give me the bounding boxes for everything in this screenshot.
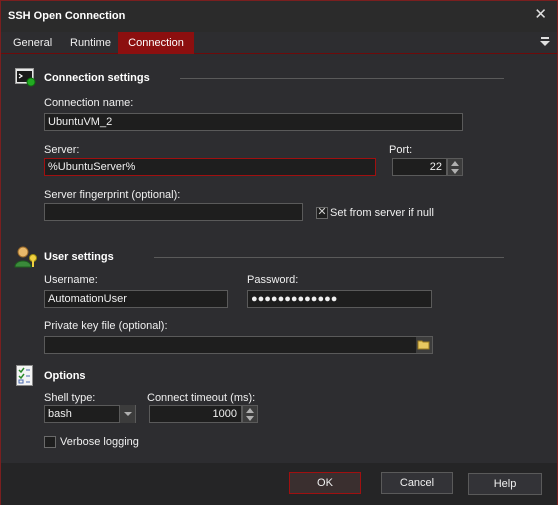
password-input[interactable]: ●●●●●●●●●●●●●: [247, 290, 432, 308]
fingerprint-input[interactable]: [44, 203, 303, 221]
verbose-logging-label: Verbose logging: [60, 436, 139, 448]
user-settings-heading: User settings: [44, 251, 114, 263]
title-bar: SSH Open Connection ✕: [1, 1, 557, 32]
section-divider: [180, 78, 504, 79]
ssh-open-connection-dialog: SSH Open Connection ✕ General Runtime Co…: [0, 0, 558, 505]
tab-runtime[interactable]: Runtime: [64, 32, 117, 54]
timeout-label: Connect timeout (ms):: [147, 392, 256, 404]
help-button[interactable]: Help: [468, 473, 542, 495]
tab-connection[interactable]: Connection: [118, 32, 194, 54]
tab-menu-icon[interactable]: [539, 34, 551, 48]
tab-general[interactable]: General: [7, 32, 58, 54]
port-label: Port:: [389, 144, 413, 156]
verbose-logging-checkbox[interactable]: [44, 436, 56, 448]
close-icon[interactable]: ✕: [534, 7, 547, 22]
chevron-down-icon[interactable]: [119, 405, 135, 423]
window-title: SSH Open Connection: [8, 10, 126, 22]
connection-settings-heading: Connection settings: [44, 72, 150, 84]
shell-type-label: Shell type:: [44, 392, 96, 404]
connection-name-input[interactable]: UbuntuVM_2: [44, 113, 463, 131]
username-input[interactable]: AutomationUser: [44, 290, 228, 308]
private-key-input[interactable]: [44, 336, 433, 354]
connection-tab-panel: Connection settings Connection name: Ubu…: [4, 55, 554, 463]
username-label: Username:: [44, 274, 98, 286]
checklist-icon: [16, 365, 36, 390]
port-input[interactable]: 22: [392, 158, 447, 176]
user-key-icon: [14, 245, 40, 272]
password-label: Password:: [247, 274, 299, 286]
timeout-input[interactable]: 1000: [149, 405, 242, 423]
ok-button[interactable]: OK: [289, 472, 361, 494]
folder-browse-icon[interactable]: [416, 337, 432, 353]
dialog-footer: OK Cancel Help: [1, 463, 557, 505]
cancel-button[interactable]: Cancel: [381, 472, 453, 494]
server-input[interactable]: %UbuntuServer%: [44, 158, 376, 176]
options-heading: Options: [44, 370, 86, 382]
fingerprint-label: Server fingerprint (optional):: [44, 189, 181, 201]
set-from-server-label: Set from server if null: [330, 207, 434, 219]
terminal-icon: [15, 68, 37, 91]
connection-name-label: Connection name:: [44, 97, 134, 109]
timeout-stepper[interactable]: [242, 405, 258, 423]
set-from-server-checkbox[interactable]: ✕: [316, 206, 328, 219]
server-label: Server:: [44, 144, 80, 156]
tab-bar: General Runtime Connection: [1, 32, 557, 54]
section-divider: [154, 257, 504, 258]
private-key-label: Private key file (optional):: [44, 320, 168, 332]
port-stepper[interactable]: [447, 158, 463, 176]
